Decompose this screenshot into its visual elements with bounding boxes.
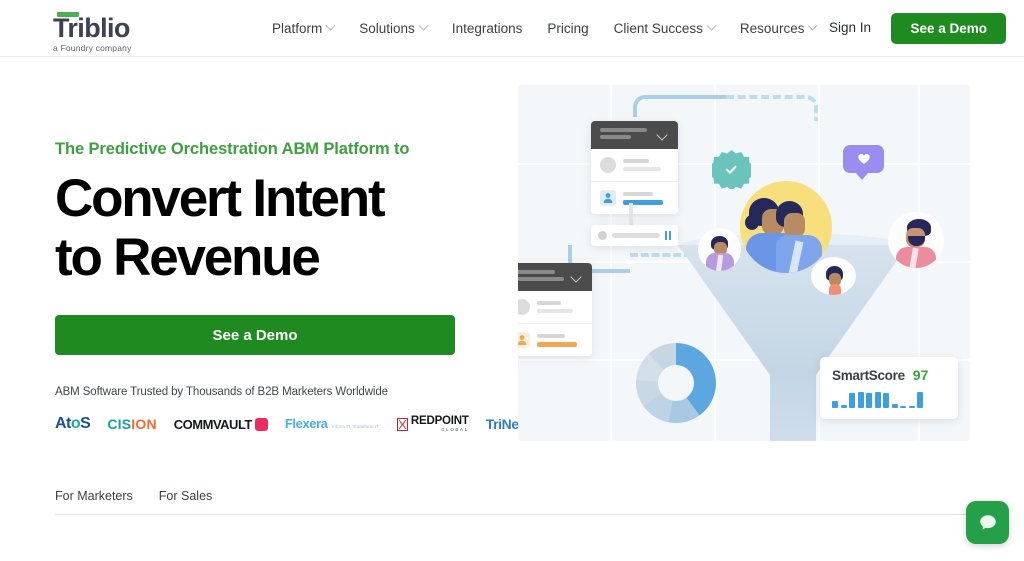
client-logo-commvault: COMMVAULT <box>174 417 268 432</box>
tab-for-sales[interactable]: For Sales <box>159 489 213 514</box>
pause-icon <box>664 231 671 240</box>
smartscore-value: 97 <box>912 367 929 383</box>
commvault-mark-icon <box>254 417 268 431</box>
client-logo-redpoint: REDPOINT GLOBAL <box>396 415 469 432</box>
chevron-down-icon <box>570 271 582 283</box>
logo-tagline: a Foundry company <box>53 43 132 53</box>
nav-item-integrations[interactable]: Integrations <box>452 21 523 36</box>
redpoint-hourglass-icon <box>396 417 408 431</box>
logo-text: Triblio <box>53 13 130 43</box>
chevron-down-icon <box>706 20 717 31</box>
sparkline-bar <box>857 392 864 408</box>
sparkline-bar <box>883 393 889 408</box>
engagement-bubble-icon <box>843 145 884 180</box>
card-row <box>518 291 592 324</box>
smartscore-sparkline <box>832 390 946 408</box>
sparkline-bar <box>917 392 923 408</box>
client-logo-flexera: Flexera Inform IT. Transform IT. <box>284 416 380 431</box>
tab-for-marketers[interactable]: For Marketers <box>55 489 133 514</box>
client-logo-cision: CIS ION <box>107 416 157 432</box>
tab-row: For Marketers For Sales <box>55 489 970 514</box>
sign-in-link[interactable]: Sign In <box>829 20 871 35</box>
card-connector <box>629 203 633 225</box>
contacts-icon <box>600 157 616 173</box>
site-header: Triblio a Foundry company Platform Solut… <box>0 0 1024 57</box>
person-icon <box>518 332 530 348</box>
chat-widget-button[interactable] <box>966 501 1009 544</box>
progress-bar <box>612 233 660 238</box>
client-logo-strip: AtoS CIS ION COMMVAULT Flexera Inform IT.… <box>55 410 531 436</box>
funnel-stem <box>770 370 816 441</box>
flow-pipe <box>633 95 728 117</box>
card-row-highlighted <box>518 324 592 356</box>
main-nav: Platform Solutions Integrations Pricing … <box>272 0 818 57</box>
hero-headline-line-1: Convert Intent <box>55 169 386 228</box>
hero-headline-line-2: to Revenue <box>55 228 321 287</box>
smartscore-label: SmartScore <box>832 368 905 383</box>
hero-headline: Convert Intent to Revenue <box>55 169 475 287</box>
nav-label: Client Success <box>613 21 703 36</box>
header-see-a-demo-button[interactable]: See a Demo <box>891 13 1006 44</box>
avatar-center-small <box>811 257 856 295</box>
nav-item-solutions[interactable]: Solutions <box>359 20 429 36</box>
nav-label: Integrations <box>451 21 523 36</box>
card-row <box>591 149 678 182</box>
hero-see-a-demo-button[interactable]: See a Demo <box>55 315 455 355</box>
verified-badge-icon <box>712 150 751 189</box>
flow-pipe-dashed <box>726 95 818 121</box>
card-header <box>591 121 678 149</box>
nav-item-resources[interactable]: Resources <box>739 20 818 36</box>
trust-text: ABM Software Trusted by Thousands of B2B… <box>55 386 388 398</box>
logo[interactable]: Triblio a Foundry company <box>53 10 173 53</box>
hero-content: The Predictive Orchestration ABM Platfor… <box>55 140 531 436</box>
sparkline-bar <box>840 405 847 408</box>
person-icon <box>600 190 616 206</box>
header-placeholder-lines <box>600 128 647 142</box>
hero-eyebrow: The Predictive Orchestration ABM Platfor… <box>55 140 410 158</box>
nav-item-platform[interactable]: Platform <box>272 20 336 36</box>
contacts-icon <box>518 299 530 315</box>
sparkline-bar <box>866 393 872 408</box>
nav-label: Pricing <box>547 21 589 36</box>
sparkline-bar <box>891 404 898 408</box>
smartscore-card: SmartScore 97 <box>820 357 958 419</box>
avatar-primary <box>740 181 832 273</box>
chevron-down-icon <box>418 20 429 31</box>
campaign-card-secondary[interactable] <box>518 263 592 356</box>
campaign-card-primary[interactable] <box>591 121 678 214</box>
donut-hole <box>658 365 694 401</box>
header-placeholder-lines <box>518 270 564 284</box>
status-dot-icon <box>598 231 607 240</box>
sparkline-bar <box>849 393 855 408</box>
card-header <box>518 263 592 291</box>
avatar-left <box>698 228 741 271</box>
client-logo-atos: AtoS <box>55 415 91 432</box>
chevron-down-icon <box>325 20 336 31</box>
nav-label: Platform <box>272 21 323 36</box>
chevron-down-icon <box>656 129 668 141</box>
sparkline-bar <box>832 401 838 408</box>
nav-label: Resources <box>739 21 805 36</box>
card-row-highlighted <box>591 182 678 214</box>
tab-divider <box>55 514 970 515</box>
chat-bubble-icon <box>979 514 996 530</box>
nav-item-client-success[interactable]: Client Success <box>613 20 717 36</box>
section-tabs: For Marketers For Sales <box>55 489 970 515</box>
chevron-down-icon <box>808 20 818 31</box>
sparkline-bar <box>908 406 915 408</box>
logo-accent-bar <box>57 12 79 17</box>
avatar-right <box>888 212 944 268</box>
sparkline-bar <box>900 406 906 408</box>
page-root: Triblio a Foundry company Platform Solut… <box>0 0 1024 561</box>
progress-pill[interactable] <box>591 225 678 246</box>
nav-item-pricing[interactable]: Pricing <box>547 21 588 36</box>
nav-label: Solutions <box>359 21 415 36</box>
sparkline-bar <box>874 392 881 408</box>
hero-illustration: SmartScore 97 <box>518 85 970 441</box>
smartscore-header: SmartScore 97 <box>832 367 946 383</box>
